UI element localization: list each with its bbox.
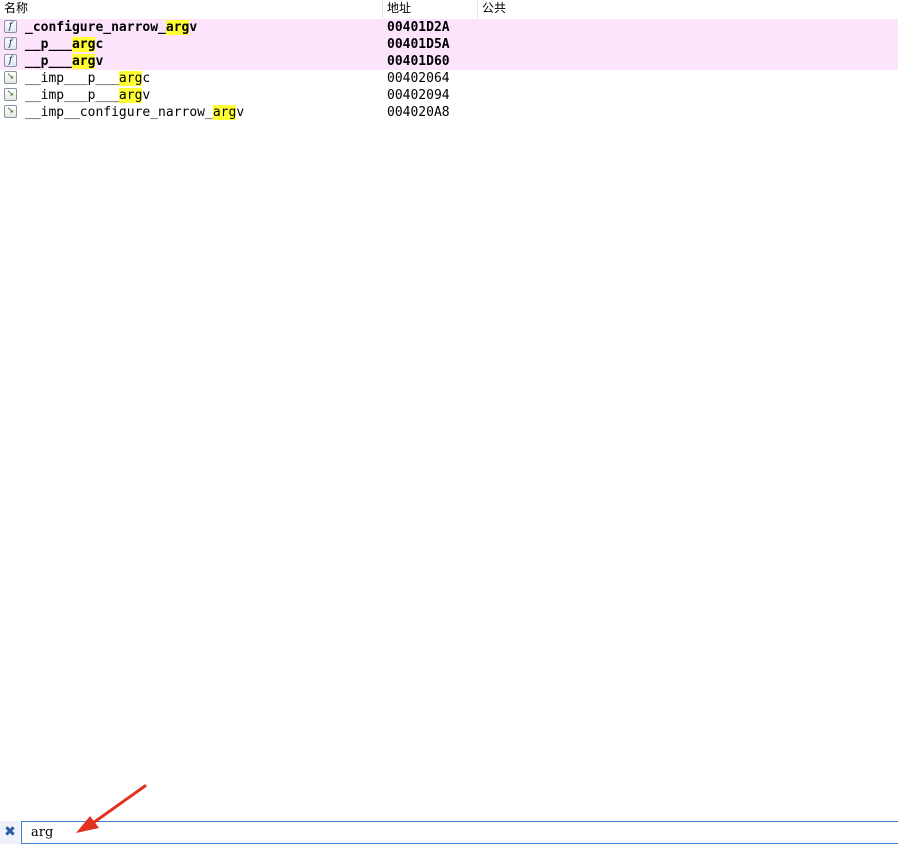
names-list: f _configure_narrow_argv 00401D2A f __p_… <box>0 19 898 121</box>
row-name: __imp__configure_narrow_argv <box>25 105 245 120</box>
table-row[interactable]: ➘ __imp___p___argv 00402094 <box>0 87 898 104</box>
match-highlight: arg <box>165 20 190 35</box>
row-name: __imp___p___argv <box>25 88 151 103</box>
filter-bar: ✖ <box>0 821 898 844</box>
function-icon: f <box>4 54 17 67</box>
match-highlight: arg <box>118 71 143 86</box>
row-name: __imp___p___argc <box>25 71 151 86</box>
column-header-name[interactable]: 名称 <box>0 0 383 18</box>
close-icon[interactable]: ✖ <box>0 821 20 844</box>
table-row[interactable]: ➘ __imp___p___argc 00402064 <box>0 70 898 87</box>
row-address: 004020A8 <box>387 105 450 120</box>
import-icon: ➘ <box>4 88 17 101</box>
annotation-arrow <box>76 784 147 833</box>
match-highlight: arg <box>118 88 143 103</box>
import-icon: ➘ <box>4 105 17 118</box>
table-row[interactable]: f __p___argc 00401D5A <box>0 36 898 53</box>
row-address: 00401D5A <box>387 37 450 52</box>
table-row[interactable]: ➘ __imp__configure_narrow_argv 004020A8 <box>0 104 898 121</box>
names-window: 名称 地址 公共 f _configure_narrow_argv 00401D… <box>0 0 898 844</box>
row-address: 00401D2A <box>387 20 450 35</box>
table-row[interactable]: f __p___argv 00401D60 <box>0 53 898 70</box>
column-header-public[interactable]: 公共 <box>478 0 898 18</box>
row-name: __p___argc <box>25 37 104 52</box>
match-highlight: arg <box>71 54 96 69</box>
row-address: 00401D60 <box>387 54 450 69</box>
column-header: 名称 地址 公共 <box>0 0 898 18</box>
filter-input[interactable] <box>21 821 898 844</box>
function-icon: f <box>4 20 17 33</box>
row-address: 00402064 <box>387 71 450 86</box>
row-name: __p___argv <box>25 54 104 69</box>
row-address: 00402094 <box>387 88 450 103</box>
match-highlight: arg <box>212 105 237 120</box>
annotation-arrow-shaft <box>91 784 147 825</box>
table-row[interactable]: f _configure_narrow_argv 00401D2A <box>0 19 898 36</box>
row-name: _configure_narrow_argv <box>25 20 198 35</box>
column-header-address[interactable]: 地址 <box>383 0 478 18</box>
match-highlight: arg <box>71 37 96 52</box>
function-icon: f <box>4 37 17 50</box>
import-icon: ➘ <box>4 71 17 84</box>
